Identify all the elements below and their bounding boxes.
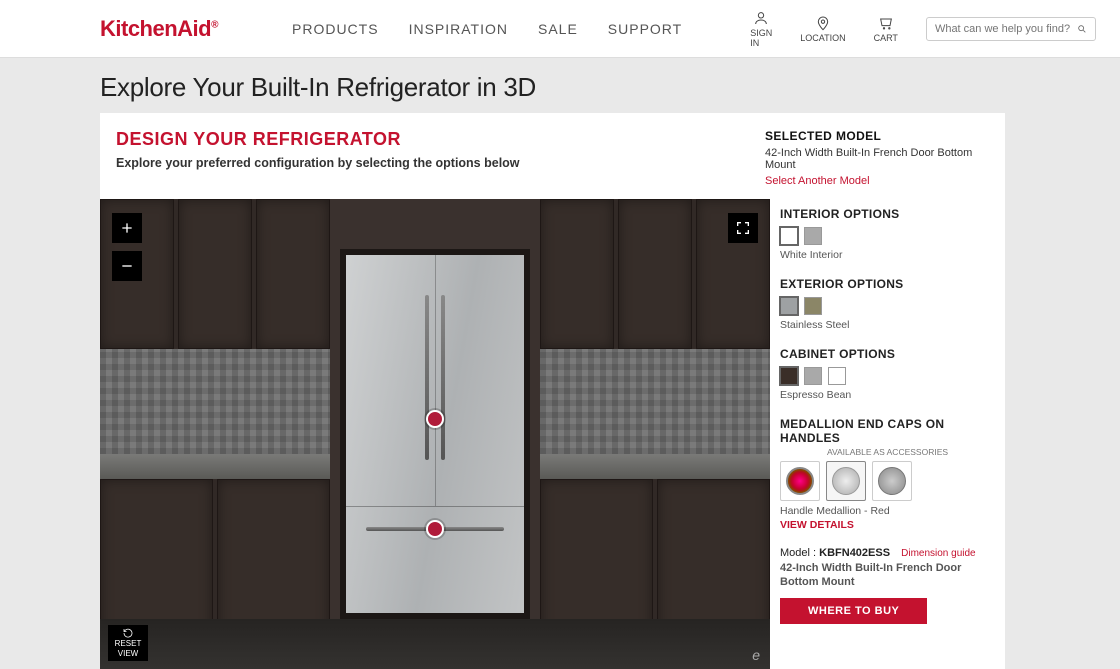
model-label: Model : <box>780 547 816 559</box>
pin-icon <box>815 15 831 31</box>
nav-sale[interactable]: SALE <box>538 21 578 37</box>
swatch-interior-platinum[interactable] <box>804 227 822 245</box>
fullscreen-button[interactable] <box>728 213 758 243</box>
handle-right <box>441 295 445 460</box>
selected-model-block: SELECTED MODEL 42-Inch Width Built-In Fr… <box>765 129 985 187</box>
search-box[interactable] <box>926 17 1096 41</box>
medallion-red[interactable] <box>780 461 820 501</box>
dimension-guide-link[interactable]: Dimension guide <box>901 548 976 559</box>
hotspot-doors[interactable] <box>426 410 444 428</box>
drawer-divider <box>346 506 524 507</box>
configurator-card: DESIGN YOUR REFRIGERATOR Explore your pr… <box>100 113 1005 669</box>
medallion-options: MEDALLION END CAPS ON HANDLES AVAILABLE … <box>780 417 995 531</box>
cabinet-heading: CABINET OPTIONS <box>780 347 995 361</box>
brand-logo[interactable]: KitchenAid® <box>100 16 218 42</box>
design-heading: DESIGN YOUR REFRIGERATOR <box>116 129 520 150</box>
location-link[interactable]: LOCATION <box>800 15 845 43</box>
signin-label: SIGN IN <box>750 28 772 48</box>
primary-nav: PRODUCTS INSPIRATION SALE SUPPORT <box>292 21 682 37</box>
design-subtext: Explore your preferred configuration by … <box>116 156 520 170</box>
search-icon <box>1077 22 1087 36</box>
swatch-cabinet-white[interactable] <box>828 367 846 385</box>
cart-icon <box>878 15 894 31</box>
model-description: 42-Inch Width Built-In French Door Botto… <box>780 561 995 590</box>
selected-desc: 42-Inch Width Built-In French Door Botto… <box>765 147 985 171</box>
medallion-note: AVAILABLE AS ACCESSORIES <box>780 447 995 457</box>
countertop-right <box>540 454 770 479</box>
fridge-cavity <box>340 249 530 619</box>
swatch-interior-white[interactable] <box>780 227 798 245</box>
nav-support[interactable]: SUPPORT <box>608 21 682 37</box>
countertop-left <box>100 454 330 479</box>
cabinet-selected-label: Espresso Bean <box>780 389 995 401</box>
exterior-selected-label: Stainless Steel <box>780 319 995 331</box>
reset-l2: VIEW <box>118 650 138 659</box>
location-label: LOCATION <box>800 33 845 43</box>
swatch-exterior-stainless[interactable] <box>780 297 798 315</box>
handle-left <box>425 295 429 460</box>
nav-products[interactable]: PRODUCTS <box>292 21 379 37</box>
configurator-header: DESIGN YOUR REFRIGERATOR Explore your pr… <box>100 113 1005 199</box>
interior-options: INTERIOR OPTIONS White Interior <box>780 207 995 261</box>
page-body: Explore Your Built-In Refrigerator in 3D… <box>0 58 1120 669</box>
medallion-selected-label: Handle Medallion - Red <box>780 505 995 517</box>
utility-nav: SIGN IN LOCATION CART <box>750 10 1096 48</box>
view-details-link[interactable]: VIEW DETAILS <box>780 519 995 531</box>
selected-heading: SELECTED MODEL <box>765 129 985 143</box>
cart-label: CART <box>874 33 898 43</box>
interior-heading: INTERIOR OPTIONS <box>780 207 995 221</box>
swatch-exterior-panel[interactable] <box>804 297 822 315</box>
medallion-stainless[interactable] <box>872 461 912 501</box>
medallion-heading: MEDALLION END CAPS ON HANDLES <box>780 417 995 445</box>
swatch-cabinet-grey[interactable] <box>804 367 822 385</box>
hotspot-drawer[interactable] <box>426 520 444 538</box>
backsplash-right <box>540 349 770 454</box>
interior-selected-label: White Interior <box>780 249 995 261</box>
signin-link[interactable]: SIGN IN <box>750 10 772 48</box>
exterior-heading: EXTERIOR OPTIONS <box>780 277 995 291</box>
user-icon <box>753 10 769 26</box>
viewer-3d[interactable]: RESET VIEW e <box>100 199 770 669</box>
top-nav: KitchenAid® PRODUCTS INSPIRATION SALE SU… <box>0 0 1120 58</box>
exterior-options: EXTERIOR OPTIONS Stainless Steel <box>780 277 995 331</box>
design-intro: DESIGN YOUR REFRIGERATOR Explore your pr… <box>116 129 520 187</box>
nav-inspiration[interactable]: INSPIRATION <box>409 21 508 37</box>
brand-text: KitchenAid <box>100 16 211 41</box>
refrigerator[interactable] <box>346 255 524 613</box>
floor <box>100 619 770 669</box>
medallion-heritage[interactable] <box>826 461 866 501</box>
model-sku: KBFN402ESS <box>819 547 890 559</box>
reset-l1: RESET <box>115 640 142 649</box>
cart-link[interactable]: CART <box>874 15 898 43</box>
options-panel: INTERIOR OPTIONS White Interior EXTERIOR… <box>770 199 1005 669</box>
search-input[interactable] <box>935 23 1077 35</box>
select-another-link[interactable]: Select Another Model <box>765 175 985 187</box>
zoom-out-button[interactable] <box>112 251 142 281</box>
page-title: Explore Your Built-In Refrigerator in 3D <box>100 72 1020 103</box>
reset-icon <box>122 627 134 639</box>
swatch-cabinet-espresso[interactable] <box>780 367 798 385</box>
backsplash-left <box>100 349 330 454</box>
zoom-in-button[interactable] <box>112 213 142 243</box>
where-to-buy-button[interactable]: WHERE TO BUY <box>780 598 927 624</box>
reset-view-button[interactable]: RESET VIEW <box>108 625 148 661</box>
viewer-watermark: e <box>752 647 760 663</box>
cabinet-options: CABINET OPTIONS Espresso Bean <box>780 347 995 401</box>
model-line: Model : KBFN402ESS Dimension guide <box>780 547 995 559</box>
